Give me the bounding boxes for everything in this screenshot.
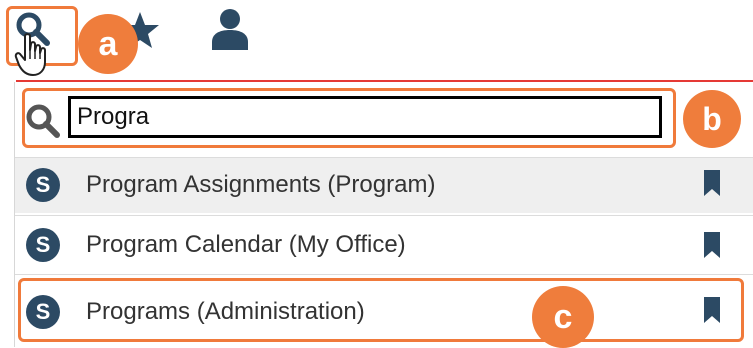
result-label[interactable]: Program Assignments (Program) [86, 171, 435, 199]
programs-row-highlight [18, 278, 744, 342]
callout-a-badge: a [78, 14, 138, 74]
hand-cursor-icon [14, 33, 46, 76]
search-input-highlight [22, 88, 676, 148]
result-label[interactable]: Program Calendar (My Office) [86, 231, 406, 259]
callout-b-badge: b [683, 90, 741, 148]
user-icon[interactable] [210, 8, 250, 50]
result-type-badge: S [26, 228, 60, 262]
bookmark-icon[interactable] [702, 231, 722, 259]
result-type-badge: S [26, 168, 60, 202]
callout-c-badge: c [532, 286, 594, 348]
bookmark-icon[interactable] [702, 169, 722, 197]
